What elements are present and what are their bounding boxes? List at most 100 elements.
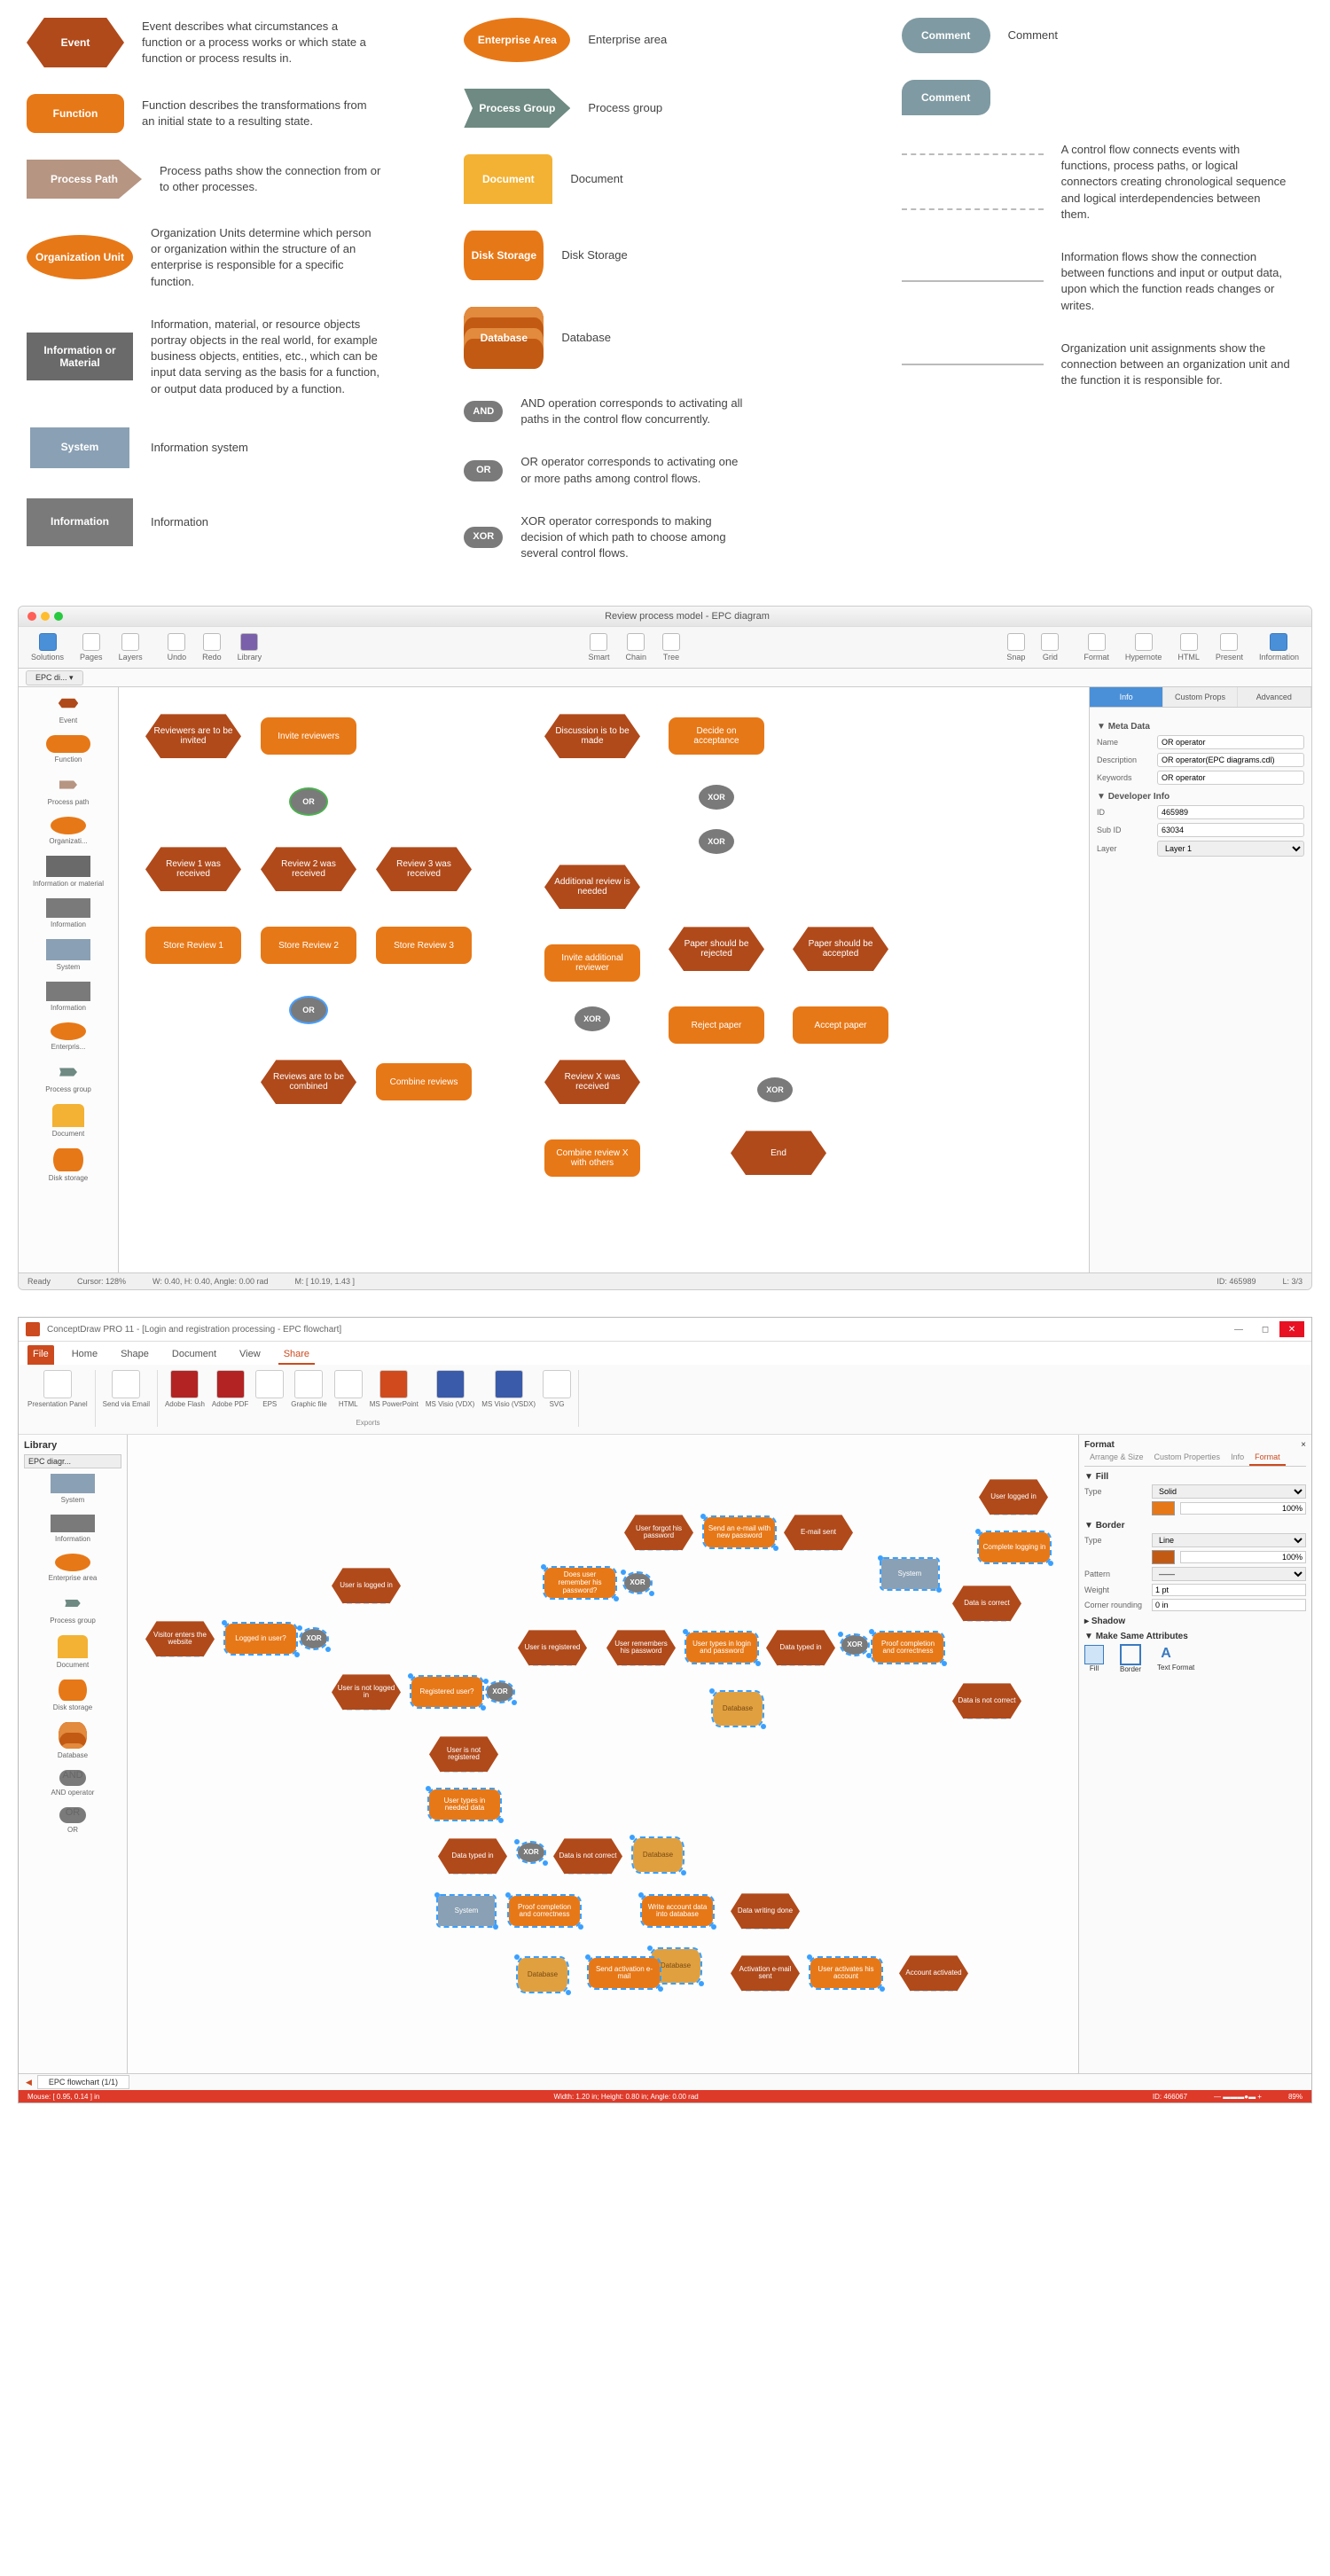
sidebar-item[interactable]: Information or material — [24, 856, 113, 888]
sidebar-item[interactable]: Process group — [24, 1593, 121, 1625]
tab-shape[interactable]: Shape — [115, 1345, 154, 1365]
event-node[interactable]: Account activated — [899, 1955, 968, 1991]
tab-view[interactable]: View — [234, 1345, 266, 1365]
maximize-icon[interactable] — [54, 612, 63, 621]
fill-icon[interactable] — [1084, 1645, 1104, 1664]
sidebar-item[interactable]: Enterprise area — [24, 1554, 121, 1582]
ppt-button[interactable]: MS PowerPoint — [370, 1370, 419, 1408]
keywords-field[interactable] — [1157, 771, 1304, 785]
subid-field[interactable] — [1157, 823, 1304, 837]
titlebar[interactable]: ConceptDraw PRO 11 - [Login and registra… — [19, 1318, 1311, 1342]
function-node[interactable]: Accept paper — [793, 1006, 888, 1044]
event-node[interactable]: Data is not correct — [952, 1683, 1021, 1719]
function-node[interactable]: Combine review X with others — [544, 1139, 640, 1177]
id-field[interactable] — [1157, 805, 1304, 819]
function-node[interactable]: Store Review 2 — [261, 927, 356, 964]
corner-field[interactable] — [1152, 1599, 1306, 1611]
xor-operator-node[interactable]: XOR — [301, 1629, 327, 1648]
sidebar-item[interactable]: System — [24, 939, 113, 971]
adobe-flash-button[interactable]: Adobe Flash — [165, 1370, 205, 1408]
tab-arrange[interactable]: Arrange & Size — [1084, 1450, 1149, 1466]
undo-button[interactable]: Undo — [164, 631, 191, 663]
sidebar-item[interactable]: Disk storage — [24, 1679, 121, 1711]
present-button[interactable]: Present — [1212, 631, 1247, 663]
database-node[interactable]: Database — [633, 1838, 683, 1872]
fill-type-select[interactable]: Solid — [1152, 1484, 1306, 1499]
database-node[interactable]: Database — [713, 1692, 763, 1726]
titlebar[interactable]: Review process model - EPC diagram — [19, 607, 1311, 626]
xor-operator-node[interactable]: XOR — [841, 1635, 868, 1655]
function-node[interactable]: Logged in user? — [225, 1624, 296, 1654]
function-node[interactable]: Decide on acceptance — [669, 717, 764, 755]
tab-custom-props[interactable]: Custom Properties — [1149, 1450, 1226, 1466]
event-node[interactable]: User logged in — [979, 1479, 1048, 1515]
xor-operator-node[interactable]: XOR — [624, 1573, 651, 1593]
sidebar-item[interactable]: Process path — [24, 774, 113, 806]
function-node[interactable]: Write account data into database — [642, 1896, 713, 1926]
format-button[interactable]: Format — [1080, 631, 1113, 663]
document-tab[interactable]: EPC di... ▾ — [26, 670, 83, 685]
event-node[interactable]: Discussion is to be made — [544, 714, 640, 758]
presentation-button[interactable]: Presentation Panel — [27, 1370, 88, 1427]
sidebar-item[interactable]: Information — [24, 1515, 121, 1543]
function-node[interactable]: Registered user? — [411, 1677, 482, 1707]
xor-operator-node[interactable]: XOR — [487, 1682, 513, 1702]
library-tab[interactable]: EPC diagr... — [24, 1454, 121, 1468]
function-node[interactable]: User activates his account — [810, 1958, 881, 1988]
layers-button[interactable]: Layers — [115, 631, 146, 663]
canvas[interactable]: Reviewers are to be invited Invite revie… — [119, 687, 1089, 1272]
event-node[interactable]: Data typed in — [766, 1630, 835, 1665]
or-operator-node[interactable]: OR — [291, 998, 326, 1022]
event-node[interactable]: Review 1 was received — [145, 847, 241, 891]
desc-field[interactable] — [1157, 753, 1304, 767]
chain-button[interactable]: Chain — [622, 631, 650, 663]
event-node[interactable]: Data is not correct — [553, 1838, 622, 1874]
hypernote-button[interactable]: Hypernote — [1122, 631, 1166, 663]
minimize-icon[interactable]: — — [1226, 1321, 1251, 1337]
border-opacity-field[interactable] — [1180, 1551, 1306, 1563]
border-type-select[interactable]: Line — [1152, 1533, 1306, 1547]
adobe-pdf-button[interactable]: Adobe PDF — [212, 1370, 248, 1408]
sidebar-item[interactable]: Document — [24, 1104, 113, 1138]
function-node[interactable]: User types in needed data — [429, 1789, 500, 1820]
html-button[interactable]: HTML — [1174, 631, 1203, 663]
maximize-icon[interactable]: ◻ — [1253, 1321, 1278, 1337]
function-node[interactable]: Does user remember his password? — [544, 1568, 615, 1598]
smart-button[interactable]: Smart — [584, 631, 613, 663]
snap-button[interactable]: Snap — [1003, 631, 1029, 663]
tab-custom-props[interactable]: Custom Props — [1163, 687, 1237, 707]
event-node[interactable]: User remembers his password — [606, 1630, 676, 1665]
event-node[interactable]: User is logged in — [332, 1568, 401, 1603]
or-operator-node[interactable]: OR — [291, 789, 326, 814]
tab-file[interactable]: File — [27, 1345, 54, 1365]
event-node[interactable]: Paper should be accepted — [793, 927, 888, 971]
event-node[interactable]: Additional review is needed — [544, 865, 640, 909]
event-node[interactable]: Data is correct — [952, 1586, 1021, 1621]
xor-operator-node[interactable]: XOR — [757, 1077, 793, 1102]
xor-operator-node[interactable]: XOR — [575, 1006, 610, 1031]
event-node[interactable]: User is not registered — [429, 1736, 498, 1772]
sidebar-item[interactable]: OROR — [24, 1807, 121, 1834]
html-button[interactable]: HTML — [334, 1370, 363, 1408]
function-node[interactable]: Combine reviews — [376, 1063, 472, 1100]
close-icon[interactable]: ✕ — [1279, 1321, 1304, 1337]
panel-close-icon[interactable]: × — [1301, 1440, 1306, 1450]
function-node[interactable]: Complete logging in — [979, 1532, 1050, 1562]
tab-advanced[interactable]: Advanced — [1238, 687, 1311, 707]
sidebar-item[interactable]: System — [24, 1474, 121, 1504]
event-node[interactable]: Reviewers are to be invited — [145, 714, 241, 758]
visio-vsdx-button[interactable]: MS Visio (VSDX) — [481, 1370, 536, 1408]
system-node[interactable]: System — [881, 1559, 938, 1589]
function-node[interactable]: Reject paper — [669, 1006, 764, 1044]
redo-button[interactable]: Redo — [199, 631, 225, 663]
function-node[interactable]: Send activation e-mail — [589, 1958, 660, 1988]
xor-operator-node[interactable]: XOR — [699, 785, 734, 810]
sidebar-item[interactable]: Database — [24, 1722, 121, 1759]
event-node[interactable]: E-mail sent — [784, 1515, 853, 1550]
database-node[interactable]: Database — [518, 1958, 567, 1992]
system-node[interactable]: System — [438, 1896, 495, 1926]
event-node[interactable]: User is not logged in — [332, 1674, 401, 1710]
fill-color-swatch[interactable] — [1152, 1501, 1175, 1515]
pattern-select[interactable]: —— — [1152, 1567, 1306, 1581]
shapes-sidebar[interactable]: Event Function Process path Organizati..… — [19, 687, 119, 1272]
